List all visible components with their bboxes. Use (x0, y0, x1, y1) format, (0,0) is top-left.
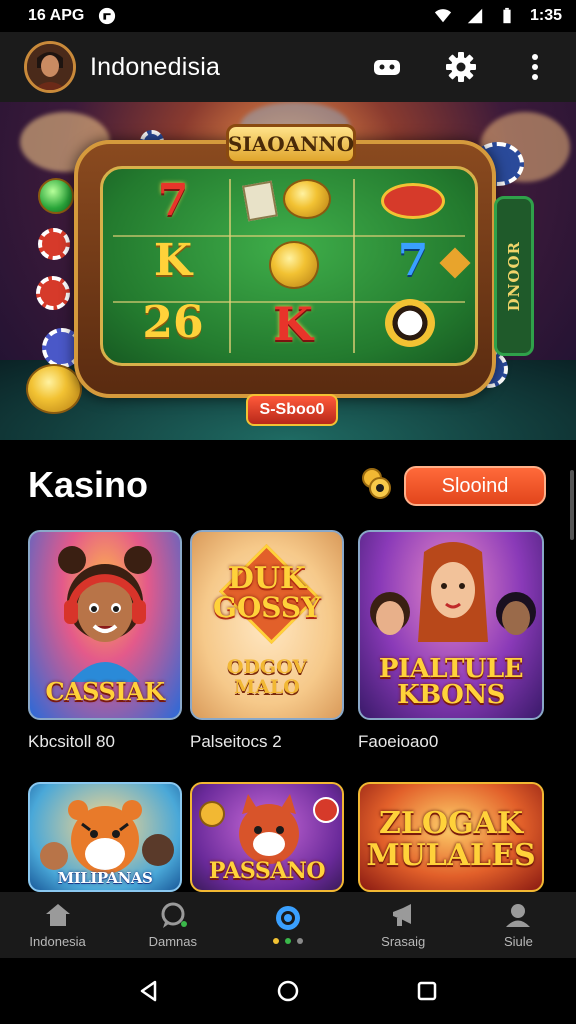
game-card-title: PASSANO (208, 858, 326, 884)
coin-symbol-icon (269, 241, 319, 289)
nav-item-label: Srasaig (381, 933, 426, 949)
k-symbol: K (273, 297, 313, 351)
red-chip-icon (38, 228, 70, 260)
game-card-title: MILIPANAS (57, 869, 153, 887)
game-card-caption-text: Faoeioao0 (358, 732, 439, 751)
game-card-title-line2: KBONS (397, 680, 505, 710)
game-card-subtitle-line2: MALO (234, 675, 300, 698)
gamepad-button[interactable] (370, 50, 404, 84)
app-notification-icon (99, 7, 116, 25)
section-title: Kasino (28, 464, 149, 505)
slot-machine[interactable]: SIAOANNO 7 K 26 K 7 DNOOR S-Sboo0 (74, 124, 534, 426)
game-card-caption-number: 2 (272, 732, 282, 751)
nav-item-center[interactable] (230, 892, 345, 958)
game-card-passano[interactable]: PASSANO (190, 782, 344, 892)
cartoon-women-group-icon (370, 542, 536, 642)
game-card-title-line1: DUK (227, 561, 307, 596)
home-circle-icon[interactable] (276, 979, 300, 1003)
number-symbol: 26 (142, 297, 204, 348)
seven-symbol: 7 (157, 175, 189, 226)
red-symbol-icon (381, 183, 445, 219)
chat-icon (161, 902, 187, 928)
nav-item-home[interactable]: Indonesia (0, 892, 115, 958)
megaphone-icon (393, 903, 412, 926)
game-card-title: PIALTULE KBONS (360, 656, 542, 708)
avatar-portrait-icon (27, 44, 73, 90)
game-card-caption-text: Palseitocs (190, 732, 268, 751)
game-card-title-line1: PIALTULE (378, 654, 524, 684)
nav-item-promo[interactable]: Srasaig (346, 892, 461, 958)
k-symbol: K (153, 235, 193, 286)
nav-item-label: Damnas (148, 933, 198, 949)
game-card-pialtule-kbons[interactable]: PIALTULE KBONS (358, 530, 544, 720)
status-time: 1:35 (529, 7, 562, 24)
signal-icon (467, 8, 483, 24)
game-card-duk-gossy[interactable]: DUK GOSSY ODGOV MALO (190, 530, 344, 720)
nav-item-label: Siule (503, 933, 533, 949)
game-card-caption-number: 80 (96, 732, 115, 751)
game-card-caption: Faoeioao0 (358, 732, 528, 752)
app-header: Indonedisia (0, 32, 576, 102)
more-options-button[interactable] (518, 50, 552, 84)
section-action-button[interactable]: Slooind (404, 466, 546, 506)
gear-icon (446, 52, 476, 82)
hero-banner[interactable]: SIAOANNO 7 K 26 K 7 DNOOR S-Sboo0 (0, 102, 576, 440)
avatar[interactable] (24, 41, 76, 93)
cartoon-girl-headphones-icon (58, 546, 152, 682)
game-card-milipanas[interactable]: MILIPANAS (28, 782, 182, 892)
cards-symbol-icon (242, 180, 278, 222)
coins-icon (362, 468, 391, 499)
battery-icon (503, 7, 511, 24)
recents-icon[interactable] (415, 979, 439, 1003)
gold-coin-stack-icon (26, 364, 82, 414)
game-card-title-line1: ZLOGAK (378, 806, 524, 841)
slot-side-label: DNOOR (505, 240, 523, 312)
app-title: Indonedisia (90, 52, 221, 81)
nav-item-profile[interactable]: Siule (461, 892, 576, 958)
nav-item-chat[interactable]: Damnas (115, 892, 230, 958)
game-card-title-line2: MULALES (366, 837, 536, 873)
red-chip-icon (36, 276, 70, 310)
slot-side-panel: DNOOR (494, 196, 534, 356)
profile-icon (506, 903, 531, 927)
bet-display[interactable]: S-Sboo0 (246, 394, 338, 426)
gamepad-icon (374, 60, 400, 75)
chip-symbol-icon (385, 299, 435, 347)
settings-button[interactable] (444, 50, 478, 84)
home-icon (45, 903, 70, 926)
page-indicator-dots-icon (273, 938, 303, 944)
status-bar: 16 APG 1:35 (0, 0, 576, 32)
game-card-title: CASSIAK (45, 677, 165, 706)
scrollbar[interactable] (570, 470, 574, 540)
nav-item-label: Indonesia (29, 933, 86, 949)
slot-reels: 7 K 26 K 7 (100, 166, 478, 366)
status-left-text: 16 APG (28, 7, 85, 24)
game-card-title: ZLOGAK MULALES (360, 808, 542, 871)
game-card-cassiak[interactable]: CASSIAK (28, 530, 182, 720)
more-vertical-icon (532, 54, 538, 80)
bottom-nav: Indonesia Damnas Srasaig Siule (0, 892, 576, 958)
game-card-subtitle-line1: ODGOV (226, 656, 308, 678)
green-chip-icon (38, 178, 74, 214)
system-nav-bar (0, 958, 576, 1024)
slot-machine-sign: SIAOANNO (226, 124, 356, 164)
game-card-zlogak-mulales[interactable]: ZLOGAK MULALES (358, 782, 544, 892)
game-card-caption-text: Kbcsitoll (28, 732, 92, 751)
center-circle-icon (276, 906, 300, 930)
game-card-title-line2: GOSSY (212, 591, 322, 624)
game-card-caption: Palseitocs 2 (190, 732, 360, 752)
coin-symbol-icon (283, 179, 331, 219)
back-icon[interactable] (137, 979, 161, 1003)
game-card-caption: Kbcsitoll 80 (28, 732, 198, 752)
wifi-icon (434, 9, 452, 23)
